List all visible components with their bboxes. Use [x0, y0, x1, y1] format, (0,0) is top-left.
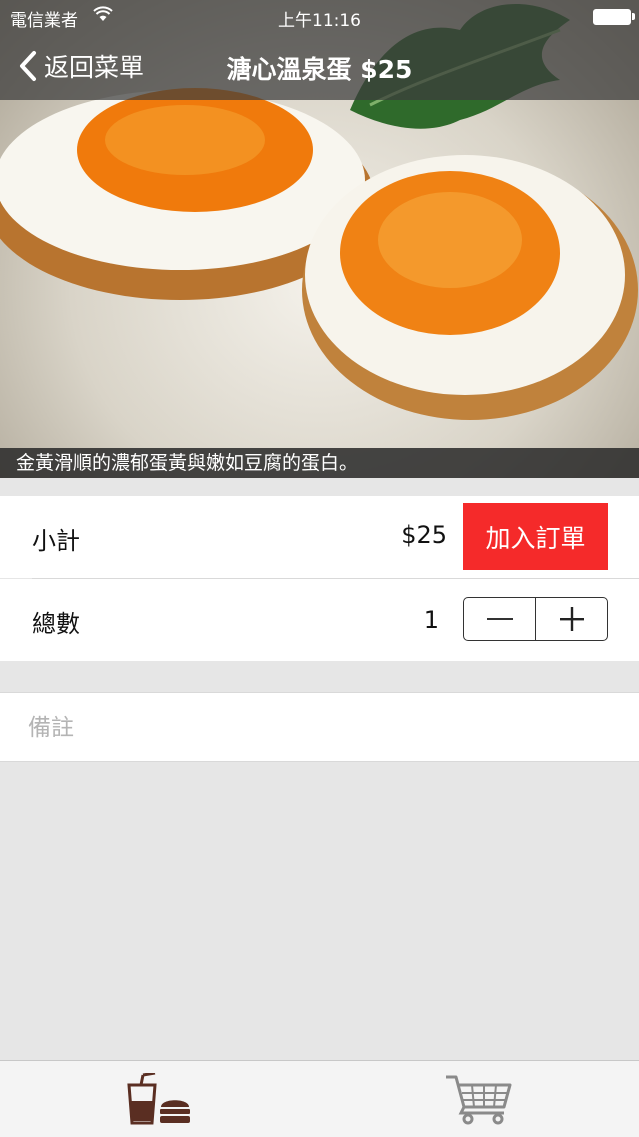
- quantity-label: 總數: [32, 610, 80, 638]
- shopping-cart-icon: [446, 1075, 512, 1125]
- note-input[interactable]: [26, 711, 610, 745]
- tab-bar: [0, 1060, 639, 1137]
- status-time: 上午11:16: [278, 11, 361, 31]
- right-egg-half-image: [302, 155, 638, 420]
- decrement-button[interactable]: [464, 598, 535, 640]
- quantity-stepper[interactable]: [463, 597, 608, 641]
- minus-icon: [486, 618, 513, 620]
- back-button-label: 返回菜單: [44, 53, 145, 82]
- battery-icon: [593, 9, 635, 25]
- quantity-row: 總數 1: [0, 579, 639, 661]
- back-to-menu-button[interactable]: 返回菜單: [18, 48, 144, 84]
- add-to-order-button[interactable]: 加入訂單: [463, 503, 608, 570]
- note-row: [0, 692, 639, 762]
- tab-cart[interactable]: [444, 1073, 514, 1129]
- drink-burger-icon: [127, 1071, 190, 1125]
- subtotal-label: 小計: [32, 527, 80, 555]
- plus-icon: [559, 607, 584, 631]
- tab-menu[interactable]: [125, 1071, 193, 1129]
- subtotal-row: 小計 $25 加入訂單: [0, 496, 639, 578]
- quantity-value: 1: [423, 606, 439, 634]
- status-bar: 電信業者 上午11:16: [0, 0, 639, 40]
- subtotal-value: $25: [401, 521, 447, 549]
- chevron-left-icon: [20, 51, 36, 81]
- dish-caption: 金黃滑順的濃郁蛋黃與嫩如豆腐的蛋白。: [0, 448, 639, 478]
- increment-button[interactable]: [535, 598, 607, 640]
